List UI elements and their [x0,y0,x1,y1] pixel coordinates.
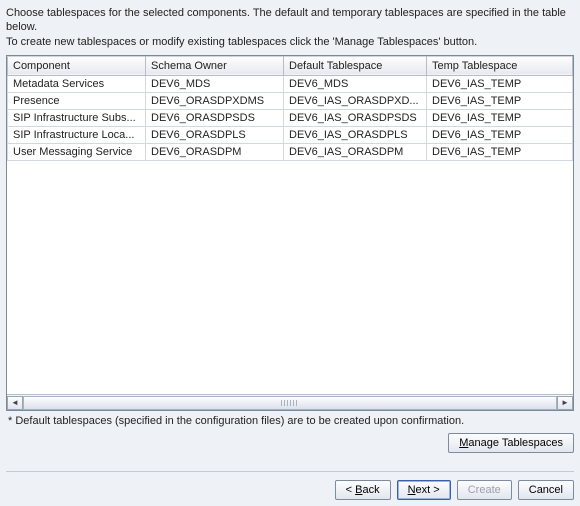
cancel-button[interactable]: Cancel [518,480,574,500]
scroll-left-button[interactable]: ◄ [7,396,23,410]
horizontal-scrollbar[interactable]: ◄ ► [7,394,573,410]
cell-component[interactable]: User Messaging Service [8,143,146,160]
cell-owner[interactable]: DEV6_MDS [146,75,284,92]
mnemonic: C [468,484,476,496]
footnote-text: * Default tablespaces (specified in the … [8,415,572,427]
instruction-line-1: Choose tablespaces for the selected comp… [6,6,574,35]
cell-component[interactable]: Presence [8,92,146,109]
scroll-thumb[interactable] [23,396,557,410]
cell-default_ts[interactable]: DEV6_MDS [284,75,427,92]
cell-default_ts[interactable]: DEV6_IAS_ORASDPXD... [284,92,427,109]
cell-temp_ts[interactable]: DEV6_IAS_TEMP [427,143,573,160]
instruction-line-2: To create new tablespaces or modify exis… [6,35,574,49]
cell-default_ts[interactable]: DEV6_IAS_ORASDPLS [284,126,427,143]
cell-component[interactable]: Metadata Services [8,75,146,92]
table-header-row: Component Schema Owner Default Tablespac… [8,56,573,75]
col-default-tablespace[interactable]: Default Tablespace [284,56,427,75]
cell-temp_ts[interactable]: DEV6_IAS_TEMP [427,92,573,109]
scroll-track[interactable] [23,396,557,410]
next-button[interactable]: Next > [397,480,451,500]
manage-tablespaces-button[interactable]: Manage Tablespaces [448,433,574,453]
wizard-nav: < Back Next > Create Cancel [6,471,574,500]
cell-temp_ts[interactable]: DEV6_IAS_TEMP [427,109,573,126]
scroll-right-button[interactable]: ► [557,396,573,410]
col-component[interactable]: Component [8,56,146,75]
cell-temp_ts[interactable]: DEV6_IAS_TEMP [427,126,573,143]
col-schema-owner[interactable]: Schema Owner [146,56,284,75]
table-row[interactable]: PresenceDEV6_ORASDPXDMSDEV6_IAS_ORASDPXD… [8,92,573,109]
table-row[interactable]: Metadata ServicesDEV6_MDSDEV6_MDSDEV6_IA… [8,75,573,92]
table-row[interactable]: SIP Infrastructure Subs...DEV6_ORASDPSDS… [8,109,573,126]
cell-component[interactable]: SIP Infrastructure Subs... [8,109,146,126]
tablespace-table-scroll: Component Schema Owner Default Tablespac… [7,56,573,394]
cell-owner[interactable]: DEV6_ORASDPM [146,143,284,160]
cell-default_ts[interactable]: DEV6_IAS_ORASDPSDS [284,109,427,126]
back-button[interactable]: < Back [335,480,391,500]
mnemonic: M [459,437,468,449]
cell-owner[interactable]: DEV6_ORASDPXDMS [146,92,284,109]
cell-owner[interactable]: DEV6_ORASDPSDS [146,109,284,126]
label-rest: anage Tablespaces [468,437,563,449]
table-row[interactable]: User Messaging ServiceDEV6_ORASDPMDEV6_I… [8,143,573,160]
create-button: Create [457,480,512,500]
mnemonic: N [408,484,416,496]
cell-default_ts[interactable]: DEV6_IAS_ORASDPM [284,143,427,160]
cell-component[interactable]: SIP Infrastructure Loca... [8,126,146,143]
table-row[interactable]: SIP Infrastructure Loca...DEV6_ORASDPLSD… [8,126,573,143]
tablespace-table[interactable]: Component Schema Owner Default Tablespac… [7,56,573,161]
cell-temp_ts[interactable]: DEV6_IAS_TEMP [427,75,573,92]
col-temp-tablespace[interactable]: Temp Tablespace [427,56,573,75]
instruction-text: Choose tablespaces for the selected comp… [6,6,574,49]
tablespace-table-container: Component Schema Owner Default Tablespac… [6,55,574,411]
cell-owner[interactable]: DEV6_ORASDPLS [146,126,284,143]
